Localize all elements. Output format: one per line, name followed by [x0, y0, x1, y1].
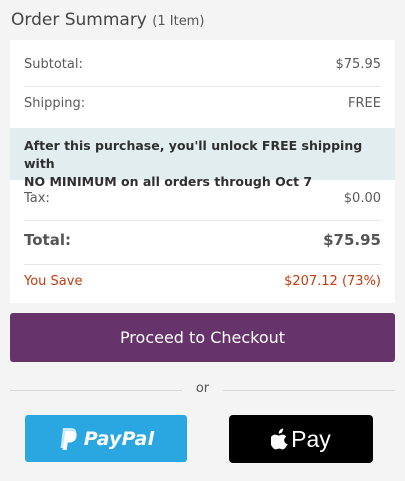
divider: [24, 86, 381, 87]
divider: [24, 264, 381, 265]
notice-line-1: After this purchase, you'll unlock FREE …: [24, 138, 363, 171]
divider: [24, 220, 381, 221]
paypal-button[interactable]: PayPal: [25, 415, 187, 462]
shipping-row: Shipping: FREE: [24, 96, 381, 111]
apple-pay-button[interactable]: Pay: [229, 415, 373, 463]
notice-line-2: NO MINIMUM on all orders through Oct 7: [24, 174, 313, 189]
order-summary-page: Order Summary (1 Item) Subtotal: $75.95 …: [0, 0, 405, 481]
or-separator: or: [10, 381, 395, 399]
apple-pay-label: Pay: [291, 425, 331, 452]
tax-value: $0.00: [343, 191, 381, 206]
subtotal-label: Subtotal:: [24, 57, 83, 72]
total-row: Total: $75.95: [24, 231, 381, 249]
savings-row: You Save $207.12 (73%): [24, 274, 381, 289]
separator-line-right: [223, 390, 395, 391]
summary-card: Subtotal: $75.95 Shipping: FREE After th…: [10, 40, 395, 303]
free-shipping-notice: After this purchase, you'll unlock FREE …: [10, 128, 395, 189]
savings-label: You Save: [24, 274, 83, 289]
tax-label: Tax:: [24, 191, 50, 206]
savings-value: $207.12 (73%): [284, 274, 381, 289]
total-value: $75.95: [323, 231, 381, 249]
page-title: Order Summary: [11, 10, 147, 30]
shipping-label: Shipping:: [24, 96, 86, 111]
item-count: (1 Item): [152, 14, 205, 29]
subtotal-value: $75.95: [335, 57, 382, 72]
total-label: Total:: [24, 231, 71, 249]
tax-row: Tax: $0.00: [24, 191, 381, 206]
proceed-to-checkout-button[interactable]: Proceed to Checkout: [10, 313, 395, 362]
order-summary-title: Order Summary (1 Item): [11, 10, 204, 30]
subtotal-row: Subtotal: $75.95: [24, 57, 381, 72]
paypal-logo-icon: [60, 427, 77, 450]
paypal-label: PayPal: [83, 427, 155, 450]
shipping-value: FREE: [348, 96, 381, 111]
checkout-button-label: Proceed to Checkout: [119, 328, 286, 347]
or-label: or: [195, 381, 210, 396]
apple-logo-icon: [271, 428, 288, 450]
